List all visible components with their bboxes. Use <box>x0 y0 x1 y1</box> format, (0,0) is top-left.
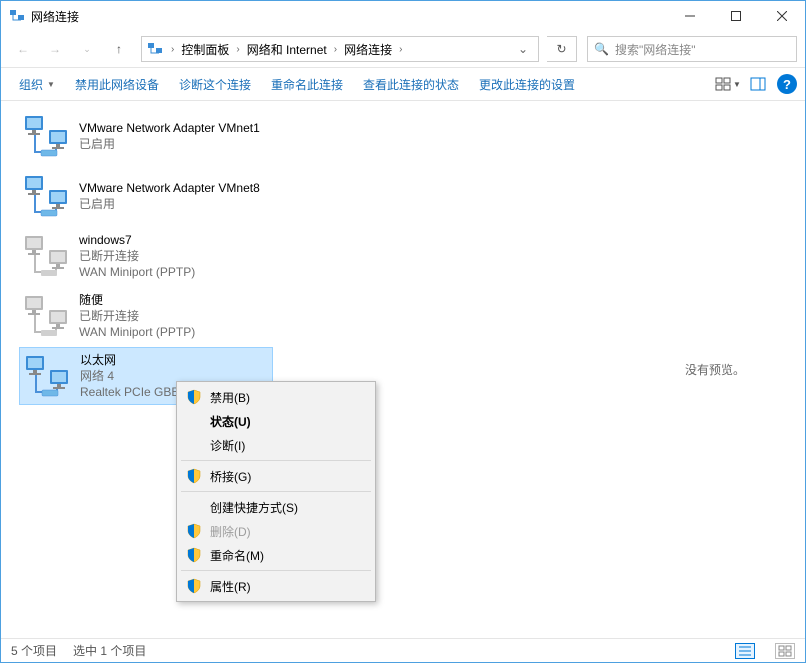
connection-name: VMware Network Adapter VMnet8 <box>79 180 260 196</box>
context-menu-label: 禁用(B) <box>210 389 250 406</box>
connection-item[interactable]: 随便已断开连接WAN Miniport (PPTP) <box>19 287 273 345</box>
search-input[interactable]: 🔍 搜索"网络连接" <box>587 36 797 62</box>
connection-name: VMware Network Adapter VMnet1 <box>79 120 260 136</box>
shield-icon <box>186 547 202 563</box>
context-menu-label: 删除(D) <box>210 523 251 540</box>
context-menu-item[interactable]: 诊断(I) <box>180 433 372 457</box>
network-adapter-icon <box>23 232 71 280</box>
context-menu-item[interactable]: 状态(U) <box>180 409 372 433</box>
location-icon <box>146 41 164 57</box>
context-menu-label: 属性(R) <box>210 578 251 595</box>
content-area: VMware Network Adapter VMnet1已启用VMware N… <box>1 101 805 638</box>
connection-item[interactable]: VMware Network Adapter VMnet1已启用 <box>19 107 273 165</box>
item-count: 5 个项目 <box>11 642 57 659</box>
up-button[interactable]: ↑ <box>105 35 133 63</box>
connection-status: 已断开连接 <box>79 248 195 264</box>
diagnose-button[interactable]: 诊断这个连接 <box>169 72 261 97</box>
details-view-button[interactable] <box>735 643 755 659</box>
context-menu-label: 创建快捷方式(S) <box>210 499 298 516</box>
connection-device: WAN Miniport (PPTP) <box>79 324 195 340</box>
preview-pane-button[interactable] <box>743 71 773 97</box>
breadcrumb-2[interactable]: 网络连接 <box>340 37 396 61</box>
forward-button[interactable]: → <box>41 35 69 63</box>
context-menu-label: 诊断(I) <box>210 437 245 454</box>
no-preview-label: 没有预览。 <box>685 361 745 378</box>
large-icons-view-button[interactable] <box>775 643 795 659</box>
connection-device: WAN Miniport (PPTP) <box>79 264 195 280</box>
shield-icon <box>186 468 202 484</box>
status-button[interactable]: 查看此连接的状态 <box>353 72 469 97</box>
connection-item[interactable]: windows7已断开连接WAN Miniport (PPTP) <box>19 227 273 285</box>
chevron-right-icon: › <box>168 44 177 55</box>
disable-device-button[interactable]: 禁用此网络设备 <box>65 72 169 97</box>
address-bar[interactable]: › 控制面板 › 网络和 Internet › 网络连接 › ⌄ <box>141 36 539 62</box>
connection-device: Realtek PCIe GBE <box>80 384 179 400</box>
context-menu-label: 重命名(M) <box>210 547 264 564</box>
network-adapter-icon <box>23 292 71 340</box>
rename-button[interactable]: 重命名此连接 <box>261 72 353 97</box>
context-menu-item[interactable]: 属性(R) <box>180 574 372 598</box>
connection-name: 以太网 <box>80 352 179 368</box>
context-menu: 禁用(B) 状态(U) 诊断(I) 桥接(G) 创建快捷方式(S) 删除(D) 重命名(M)… <box>176 381 376 602</box>
connection-status: 已启用 <box>79 136 260 152</box>
context-menu-item[interactable]: 桥接(G) <box>180 464 372 488</box>
search-icon: 🔍 <box>594 42 609 56</box>
menu-separator <box>181 491 371 492</box>
refresh-button[interactable]: ↻ <box>547 36 577 62</box>
context-menu-item: 删除(D) <box>180 519 372 543</box>
minimize-button[interactable] <box>667 1 713 31</box>
shield-icon <box>186 523 202 539</box>
chevron-right-icon: › <box>233 44 242 55</box>
chevron-right-icon: › <box>396 44 405 55</box>
menu-separator <box>181 570 371 571</box>
network-adapter-icon <box>23 172 71 220</box>
selected-count: 选中 1 个项目 <box>73 642 146 659</box>
titlebar: 网络连接 <box>1 1 805 31</box>
network-adapter-icon <box>23 112 71 160</box>
breadcrumb-0[interactable]: 控制面板 <box>177 37 233 61</box>
connection-status: 已断开连接 <box>79 308 195 324</box>
breadcrumb-1[interactable]: 网络和 Internet <box>243 37 331 61</box>
app-icon <box>9 8 25 24</box>
connection-name: 随便 <box>79 292 195 308</box>
navbar: ← → ⌄ ↑ › 控制面板 › 网络和 Internet › 网络连接 › ⌄… <box>1 31 805 67</box>
search-placeholder: 搜索"网络连接" <box>615 41 696 58</box>
context-menu-item[interactable]: 禁用(B) <box>180 385 372 409</box>
status-bar: 5 个项目 选中 1 个项目 <box>1 638 805 662</box>
context-menu-label: 状态(U) <box>210 413 251 430</box>
help-button[interactable]: ? <box>777 74 797 94</box>
view-mode-button[interactable]: ▼ <box>713 71 743 97</box>
connection-status: 网络 4 <box>80 368 179 384</box>
connection-name: windows7 <box>79 232 195 248</box>
connection-item[interactable]: VMware Network Adapter VMnet8已启用 <box>19 167 273 225</box>
recent-dropdown[interactable]: ⌄ <box>73 35 101 63</box>
shield-icon <box>186 389 202 405</box>
context-menu-item[interactable]: 创建快捷方式(S) <box>180 495 372 519</box>
command-bar: 组织▼ 禁用此网络设备 诊断这个连接 重命名此连接 查看此连接的状态 更改此连接… <box>1 67 805 101</box>
window-title: 网络连接 <box>31 8 667 25</box>
context-menu-item[interactable]: 重命名(M) <box>180 543 372 567</box>
maximize-button[interactable] <box>713 1 759 31</box>
organize-button[interactable]: 组织▼ <box>9 72 65 97</box>
preview-pane: 没有预览。 <box>625 101 805 638</box>
settings-button[interactable]: 更改此连接的设置 <box>469 72 585 97</box>
context-menu-label: 桥接(G) <box>210 468 251 485</box>
shield-icon <box>186 578 202 594</box>
back-button[interactable]: ← <box>9 35 37 63</box>
connection-status: 已启用 <box>79 196 260 212</box>
chevron-right-icon: › <box>331 44 340 55</box>
network-adapter-icon <box>24 352 72 400</box>
address-dropdown[interactable]: ⌄ <box>512 42 534 56</box>
menu-separator <box>181 460 371 461</box>
close-button[interactable] <box>759 1 805 31</box>
